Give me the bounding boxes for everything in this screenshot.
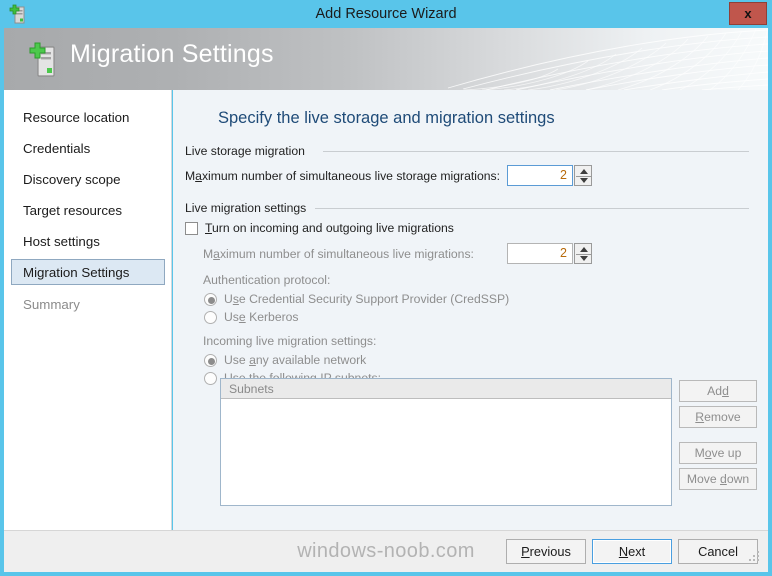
- content-heading: Specify the live storage and migration s…: [218, 109, 555, 127]
- title-bar: Add Resource Wizard x: [0, 0, 772, 28]
- remove-subnet-button: Remove: [679, 406, 757, 428]
- move-up-button: Move up: [679, 442, 757, 464]
- group-rule-live-migration-settings: [315, 208, 749, 209]
- incoming-live-migration-settings-label: Incoming live migration settings:: [203, 334, 377, 348]
- window-title: Add Resource Wizard: [315, 6, 457, 22]
- max-live-migrations-label: Maximum number of simultaneous live migr…: [203, 247, 474, 261]
- radio-use-credssp: [204, 293, 217, 306]
- wizard-sidebar: Resource location Credentials Discovery …: [4, 90, 172, 530]
- subnets-column-header: Subnets: [221, 379, 671, 399]
- max-storage-migrations-value: 2: [560, 168, 567, 182]
- banner-mesh-decoration: [447, 28, 768, 90]
- authentication-protocol-label: Authentication protocol:: [203, 273, 331, 287]
- subnets-list[interactable]: Subnets: [220, 378, 672, 506]
- group-label-live-migration-settings: Live migration settings: [185, 201, 314, 215]
- wizard-window: Add Resource Wizard x Migration Settings…: [0, 0, 772, 576]
- group-label-live-storage-migration: Live storage migration: [185, 144, 312, 158]
- sidebar-item-credentials[interactable]: Credentials: [11, 135, 165, 161]
- sidebar-item-discovery-scope[interactable]: Discovery scope: [11, 166, 165, 192]
- max-live-migrations-input: 2: [507, 243, 573, 264]
- sidebar-item-host-settings[interactable]: Host settings: [11, 228, 165, 254]
- add-subnet-button: Add: [679, 380, 757, 402]
- wizard-footer: Previous Next Cancel: [4, 531, 768, 572]
- cancel-button[interactable]: Cancel: [678, 539, 758, 564]
- server-add-icon: [26, 41, 62, 79]
- stepper-down-icon[interactable]: [575, 176, 591, 185]
- radio-use-kerberos-label: Use Kerberos: [224, 310, 299, 324]
- max-live-migrations-stepper: [574, 243, 592, 264]
- sidebar-item-summary: Summary: [23, 297, 80, 312]
- radio-use-any-network-label: Use any available network: [224, 353, 367, 367]
- previous-button[interactable]: Previous: [506, 539, 586, 564]
- radio-use-any-network: [204, 354, 217, 367]
- max-storage-migrations-input[interactable]: 2: [507, 165, 573, 186]
- turn-on-live-migrations-checkbox[interactable]: [185, 222, 198, 235]
- close-button[interactable]: x: [729, 2, 767, 25]
- radio-use-ip-subnets: [204, 372, 217, 385]
- stepper-up-icon[interactable]: [575, 167, 591, 176]
- page-title: Migration Settings: [70, 40, 274, 68]
- max-live-migrations-value: 2: [560, 246, 567, 260]
- max-storage-migrations-label: Maximum number of simultaneous live stor…: [185, 169, 500, 183]
- resize-grip-icon[interactable]: [748, 550, 760, 562]
- sidebar-item-resource-location[interactable]: Resource location: [11, 104, 165, 130]
- wizard-banner: Migration Settings: [4, 28, 768, 90]
- sidebar-item-migration-settings[interactable]: Migration Settings: [11, 259, 165, 285]
- move-down-button: Move down: [679, 468, 757, 490]
- radio-use-kerberos: [204, 311, 217, 324]
- sidebar-item-target-resources[interactable]: Target resources: [11, 197, 165, 223]
- max-storage-migrations-stepper[interactable]: [574, 165, 592, 186]
- next-button[interactable]: Next: [592, 539, 672, 564]
- stepper-up-icon: [575, 245, 591, 254]
- turn-on-live-migrations-label[interactable]: Turn on incoming and outgoing live migra…: [205, 221, 454, 235]
- stepper-down-icon: [575, 254, 591, 263]
- radio-use-credssp-label: Use Credential Security Support Provider…: [224, 292, 510, 306]
- wizard-content: Specify the live storage and migration s…: [173, 90, 768, 530]
- group-rule-live-storage-migration: [323, 151, 749, 152]
